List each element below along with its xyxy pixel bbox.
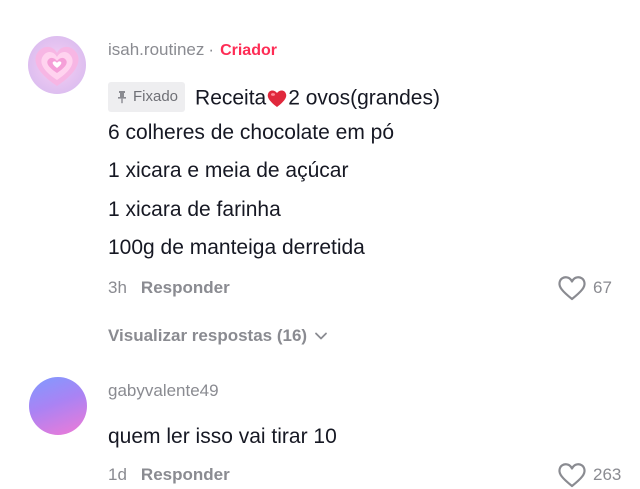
red-heart-emoji-icon xyxy=(267,90,287,107)
like-count: 67 xyxy=(593,278,612,297)
pin-icon xyxy=(118,91,126,104)
comment-text-line-1: Fixado Receita 2 ovos(grandes) xyxy=(108,82,440,114)
comment-text: Receita xyxy=(195,86,267,110)
chevron-down-icon xyxy=(315,332,327,340)
heart-avatar-image xyxy=(35,46,79,86)
comment-text-line-2: 6 colheres de chocolate em pó xyxy=(108,121,395,144)
reply-button[interactable]: Responder xyxy=(141,278,230,297)
comment-text-line-5: 100g de manteiga derretida xyxy=(108,236,365,259)
username[interactable]: gabyvalente49 xyxy=(108,381,219,400)
avatar[interactable] xyxy=(29,377,87,435)
comment-text-line-4: 1 xicara de farinha xyxy=(108,198,281,221)
comment-text-line-3: 1 xicara e meia de açúcar xyxy=(108,159,349,182)
comment-text-line-1: quem ler isso vai tirar 10 xyxy=(108,425,337,448)
reply-button[interactable]: Responder xyxy=(141,465,230,484)
creator-badge: Criador xyxy=(220,42,277,59)
comment-meta: 1d Responder xyxy=(108,465,230,485)
pinned-label: Fixado xyxy=(133,88,179,105)
pinned-badge: Fixado xyxy=(108,82,186,112)
separator-dot: · xyxy=(208,40,215,59)
comment-header: isah.routinez · Criador xyxy=(108,40,277,60)
comment-meta: 3h Responder xyxy=(108,278,230,298)
like-button[interactable]: 263 xyxy=(557,461,621,489)
heart-outline-icon xyxy=(558,463,586,488)
comment-time: 1d xyxy=(108,465,127,484)
like-button[interactable]: 67 xyxy=(557,274,612,302)
like-count: 263 xyxy=(593,465,622,484)
comment-text: 2 ovos(grandes) xyxy=(288,86,440,110)
comment-header: gabyvalente49 xyxy=(108,381,219,401)
avatar[interactable] xyxy=(28,36,86,94)
username[interactable]: isah.routinez xyxy=(108,40,204,59)
heart-outline-icon xyxy=(558,276,586,301)
comment-time: 3h xyxy=(108,278,127,297)
view-replies-label: Visualizar respostas (16) xyxy=(108,326,308,345)
view-replies-button[interactable]: Visualizar respostas (16) xyxy=(108,326,329,346)
